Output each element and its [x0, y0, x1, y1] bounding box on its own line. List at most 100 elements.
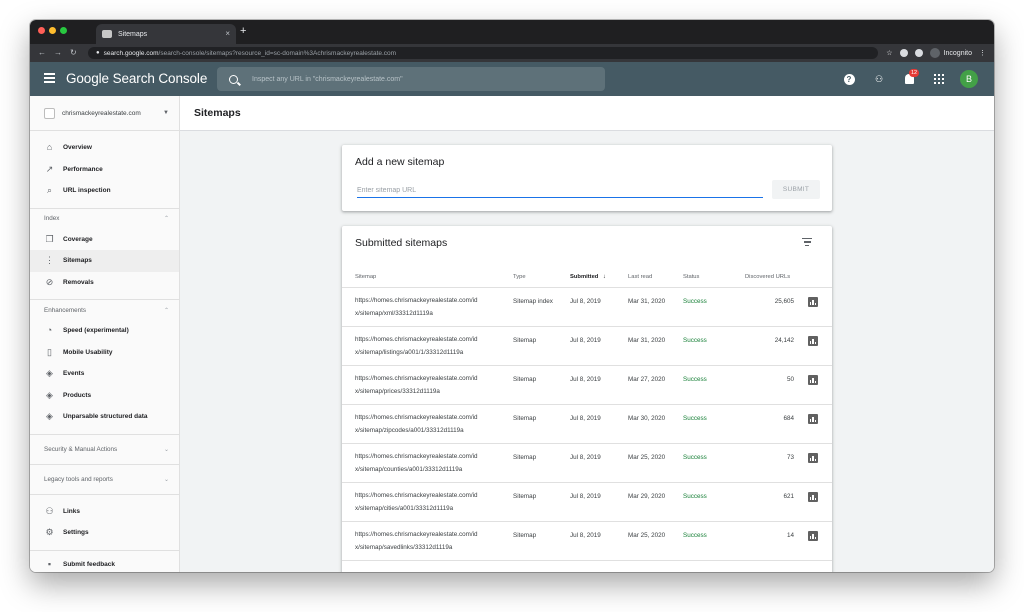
table-row[interactable]: https://homes.chrismackeyrealestate.com/… — [342, 522, 832, 561]
column-header-label: Submitted — [570, 274, 599, 280]
sitemap-url[interactable]: https://homes.chrismackeyrealestate.com/… — [355, 490, 505, 515]
forward-icon[interactable]: → — [54, 48, 62, 57]
table-header: Sitemap Type Submitted ↓ Last read Statu… — [342, 268, 832, 288]
lock-icon: ● — [96, 50, 100, 56]
sitemap-type: Sitemap — [513, 337, 537, 344]
bookmark-star-icon[interactable]: ☆ — [886, 49, 892, 57]
back-icon[interactable]: ← — [38, 48, 46, 57]
discovered-urls-count: 14 — [786, 532, 794, 539]
bar-chart-icon[interactable] — [808, 492, 818, 502]
removals-icon: ⊘ — [45, 276, 54, 287]
bar-chart-icon[interactable] — [808, 336, 818, 346]
column-header-submitted[interactable]: Submitted ↓ — [570, 274, 606, 280]
sidebar-item-sitemaps[interactable]: ⋮ Sitemaps — [30, 250, 179, 272]
help-button[interactable]: ? — [834, 73, 864, 85]
sidebar-item-unparsable-structured-data[interactable]: ◈ Unparsable structured data — [30, 406, 179, 428]
chevron-down-icon: ⌄ — [163, 476, 169, 483]
account-button[interactable]: B — [954, 70, 984, 88]
sidebar-item-label: Submit feedback — [63, 560, 116, 568]
sitemap-type: Sitemap index — [513, 298, 553, 305]
column-header-type[interactable]: Type — [513, 274, 526, 280]
section-header-enhancements[interactable]: Enhancements ⌃ — [30, 300, 179, 320]
avatar: B — [960, 70, 978, 88]
sidebar-item-label: Products — [63, 391, 92, 399]
sidebar-item-removals[interactable]: ⊘ Removals — [30, 272, 179, 294]
sidebar-item-settings[interactable]: ⚙ Settings — [30, 522, 179, 544]
new-tab-button[interactable]: + — [240, 26, 246, 37]
table-row[interactable]: https://homes.chrismackeyrealestate.com/… — [342, 327, 832, 366]
bar-chart-icon[interactable] — [808, 531, 818, 541]
sitemap-type: Sitemap — [513, 454, 537, 461]
sidebar-item-events[interactable]: ◈ Events — [30, 363, 179, 385]
submitted-date: Jul 8, 2019 — [570, 298, 601, 305]
discovered-urls-count: 24,142 — [774, 337, 794, 344]
table-row[interactable]: https://homes.chrismackeyrealestate.com/… — [342, 444, 832, 483]
manage-users-button[interactable]: ⚇ — [864, 74, 894, 85]
table-row[interactable]: https://homes.chrismackeyrealestate.com/… — [342, 288, 832, 327]
section-header-security[interactable]: Security & Manual Actions ⌄ — [30, 435, 179, 465]
last-read-date: Mar 30, 2020 — [628, 415, 666, 422]
apps-button[interactable] — [924, 74, 954, 84]
sidebar-item-products[interactable]: ◈ Products — [30, 385, 179, 407]
feedback-icon: ▪ — [47, 558, 52, 569]
column-header-status[interactable]: Status — [683, 274, 699, 280]
table-row[interactable]: https://homes.chrismackeyrealestate.com/… — [342, 366, 832, 405]
sidebar-item-label: Events — [63, 370, 85, 378]
sitemap-url[interactable]: https://homes.chrismackeyrealestate.com/… — [355, 529, 505, 554]
incognito-indicator[interactable]: Incognito — [929, 48, 972, 58]
nav-group-index: Index ⌃ ❐ Coverage ⋮ Sitemaps ⊘ Removals — [30, 209, 179, 300]
table-row[interactable]: https://homes.chrismackeyrealestate.com/… — [342, 405, 832, 444]
bar-chart-icon[interactable] — [808, 375, 818, 385]
section-header-legacy[interactable]: Legacy tools and reports ⌄ — [30, 465, 179, 495]
tab-close-icon[interactable]: × — [225, 30, 230, 38]
sitemap-url[interactable]: https://homes.chrismackeyrealestate.com/… — [355, 373, 505, 398]
notifications-button[interactable]: 12 — [894, 69, 924, 84]
browser-menu-icon[interactable]: ⋮ — [979, 49, 986, 57]
sidebar-item-links[interactable]: ⚇ Links — [30, 501, 179, 523]
sitemap-url[interactable]: https://homes.chrismackeyrealestate.com/… — [355, 451, 505, 476]
chevron-down-icon: ⌄ — [163, 446, 169, 453]
section-title: Legacy tools and reports — [44, 475, 113, 483]
section-header-index[interactable]: Index ⌃ — [30, 209, 179, 229]
url-inspection-search[interactable]: Inspect any URL in "chrismackeyrealestat… — [217, 67, 605, 91]
speed-icon: ◔ — [46, 325, 53, 336]
sidebar-item-url-inspection[interactable]: ⌕ URL inspection — [30, 180, 179, 202]
column-header-sitemap[interactable]: Sitemap — [355, 274, 376, 280]
property-selector[interactable]: chrismackeyrealestate.com ▼ — [30, 96, 179, 131]
bar-chart-icon[interactable] — [808, 414, 818, 424]
close-window-button[interactable] — [38, 27, 45, 34]
column-header-discovered-urls[interactable]: Discovered URLs — [745, 274, 790, 280]
sitemap-url-input[interactable] — [357, 184, 763, 198]
sitemap-icon: ⋮ — [45, 255, 54, 266]
sidebar-item-mobile-usability[interactable]: ▯ Mobile Usability — [30, 342, 179, 364]
sidebar-item-label: Links — [63, 507, 80, 515]
sidebar-item-coverage[interactable]: ❐ Coverage — [30, 229, 179, 251]
bar-chart-icon[interactable] — [808, 453, 818, 463]
sidebar-item-overview[interactable]: ⌂ Overview — [30, 137, 179, 159]
reload-icon[interactable]: ↻ — [70, 48, 77, 57]
submit-button[interactable]: SUBMIT — [772, 180, 820, 199]
brand-title[interactable]: Google Search Console — [66, 71, 207, 86]
filter-icon[interactable] — [802, 238, 812, 248]
column-header-last-read[interactable]: Last read — [628, 274, 652, 280]
table-row[interactable]: https://homes.chrismackeyrealestate.com/… — [342, 483, 832, 522]
minimize-window-button[interactable] — [49, 27, 56, 34]
main-content: Sitemaps Add a new sitemap SUBMIT Submit… — [180, 96, 994, 572]
browser-tab[interactable]: Sitemaps × — [96, 24, 236, 44]
extension-icon[interactable] — [899, 49, 908, 57]
hamburger-menu-icon[interactable] — [44, 73, 55, 83]
sidebar-item-performance[interactable]: ↗ Performance — [30, 159, 179, 181]
sidebar: chrismackeyrealestate.com ▼ ⌂ Overview ↗… — [30, 96, 180, 572]
sidebar-item-submit-feedback[interactable]: ▪ Submit feedback — [30, 554, 179, 573]
url-bar[interactable]: ● search.google.com /search-console/site… — [88, 47, 878, 59]
nav-group-enhancements: Enhancements ⌃ ◔ Speed (experimental) ▯ … — [30, 300, 179, 435]
sitemap-url-line: x/sitemap/prices/33312d1119a — [355, 387, 440, 395]
tab-strip: Sitemaps × + — [30, 20, 994, 44]
sitemap-url[interactable]: https://homes.chrismackeyrealestate.com/… — [355, 334, 505, 359]
sitemap-url[interactable]: https://homes.chrismackeyrealestate.com/… — [355, 412, 505, 437]
sitemap-url[interactable]: https://homes.chrismackeyrealestate.com/… — [355, 295, 505, 320]
bar-chart-icon[interactable] — [808, 297, 818, 307]
maximize-window-button[interactable] — [60, 27, 67, 34]
sidebar-item-speed[interactable]: ◔ Speed (experimental) — [30, 320, 179, 342]
extension-icon[interactable] — [914, 49, 923, 57]
